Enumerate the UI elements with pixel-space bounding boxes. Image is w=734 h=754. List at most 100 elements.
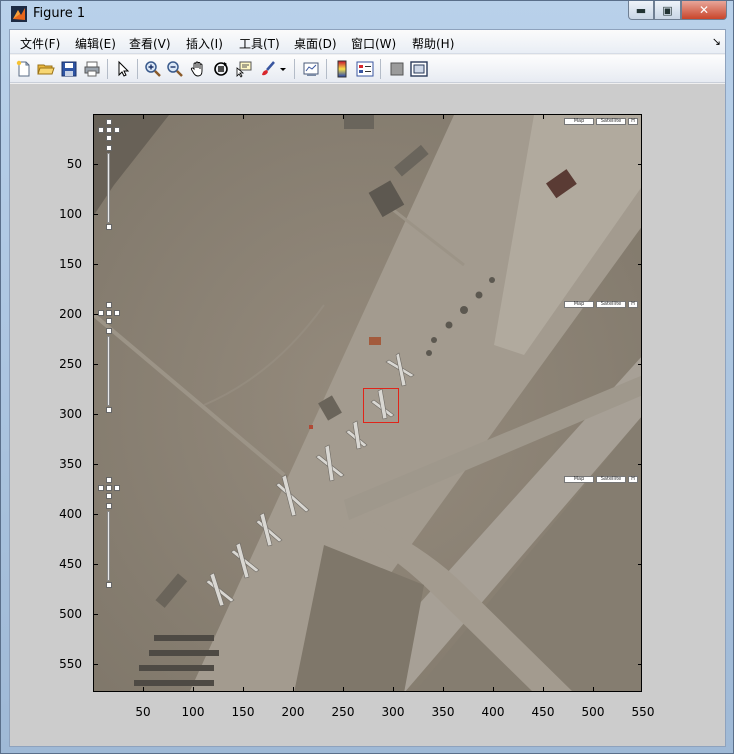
colorbar-icon — [337, 60, 347, 78]
brush-button[interactable] — [258, 59, 278, 79]
x-tick-label: 350 — [431, 705, 455, 719]
y-tick-label: 450 — [59, 557, 82, 571]
x-tick-label: 100 — [181, 705, 205, 719]
new-figure-button[interactable] — [14, 59, 34, 79]
menu-insert[interactable]: 插入(I) — [186, 35, 223, 52]
zoom-slider[interactable] — [107, 153, 110, 223]
title-bar[interactable]: Figure 1 ▬ ▣ ✕ — [1, 1, 733, 27]
satellite-button[interactable]: Satellite — [596, 118, 626, 125]
zoom-slider[interactable] — [107, 336, 110, 406]
data-cursor-button[interactable] — [234, 59, 254, 79]
zoom-in-button[interactable] — [143, 59, 163, 79]
zoom-plus-icon[interactable] — [106, 503, 112, 509]
menu-edit[interactable]: 编辑(E) — [75, 35, 116, 52]
edit-plot-arrow-icon — [118, 60, 130, 77]
legend-button[interactable] — [355, 59, 375, 79]
close-button[interactable]: ✕ — [681, 1, 727, 20]
pan-right-icon[interactable] — [114, 127, 120, 133]
selection-rectangle[interactable] — [363, 388, 399, 423]
pan-up-icon[interactable] — [106, 302, 112, 308]
pan-up-icon[interactable] — [106, 477, 112, 483]
figure-toolbar — [10, 55, 725, 83]
menu-file[interactable]: 文件(F) — [20, 35, 60, 52]
y-tick-mark — [94, 564, 98, 565]
pan-left-icon[interactable] — [98, 127, 104, 133]
pan-center-icon[interactable] — [106, 127, 112, 133]
new-figure-icon — [16, 60, 30, 77]
menu-desktop[interactable]: 桌面(D) — [294, 35, 337, 52]
pan-down-icon[interactable] — [106, 318, 112, 324]
pan-right-icon[interactable] — [114, 485, 120, 491]
brush-icon — [262, 61, 275, 76]
zoom-minus-icon[interactable] — [106, 582, 112, 588]
pan-left-icon[interactable] — [98, 485, 104, 491]
toolbar-separator — [326, 59, 327, 79]
x-tick-mark — [243, 687, 244, 691]
zoom-slider[interactable] — [107, 511, 110, 581]
x-tick-label: 450 — [531, 705, 555, 719]
y-tick-mark — [94, 314, 98, 315]
zoom-plus-icon[interactable] — [106, 145, 112, 151]
map-type-controls: Map Satellite H — [564, 301, 638, 308]
menu-tools[interactable]: 工具(T) — [239, 35, 280, 52]
rotate-3d-button[interactable] — [211, 59, 231, 79]
zoom-minus-icon[interactable] — [106, 407, 112, 413]
menu-view[interactable]: 查看(V) — [129, 35, 171, 52]
map-button[interactable]: Map — [564, 118, 594, 125]
satellite-button[interactable]: Satellite — [596, 476, 626, 483]
pan-right-icon[interactable] — [114, 310, 120, 316]
y-tick-label: 500 — [59, 607, 82, 621]
y-tick-mark — [94, 214, 98, 215]
edit-plot-button[interactable] — [113, 59, 133, 79]
pan-center-icon[interactable] — [106, 310, 112, 316]
pan-button[interactable] — [188, 59, 208, 79]
hybrid-button[interactable]: H — [628, 476, 638, 483]
link-plot-button[interactable] — [301, 59, 321, 79]
zoom-plus-icon[interactable] — [106, 328, 112, 334]
y-tick-label: 250 — [59, 357, 82, 371]
map-button[interactable]: Map — [564, 301, 594, 308]
y-tick-label: 50 — [66, 157, 82, 171]
y-tick-mark — [638, 664, 642, 665]
map-button[interactable]: Map — [564, 476, 594, 483]
zoom-out-button[interactable] — [165, 59, 185, 79]
hide-plot-tools-icon — [390, 62, 404, 76]
satellite-button[interactable]: Satellite — [596, 301, 626, 308]
print-button[interactable] — [82, 59, 102, 79]
x-tick-mark — [343, 687, 344, 691]
x-tick-mark — [593, 687, 594, 691]
colorbar-button[interactable] — [332, 59, 352, 79]
pan-center-icon[interactable] — [106, 485, 112, 491]
minimize-button[interactable]: ▬ — [628, 1, 654, 20]
x-tick-mark — [143, 115, 144, 119]
x-tick-mark — [243, 115, 244, 119]
x-tick-label: 50 — [135, 705, 151, 719]
menubar-dock-icon[interactable]: ↘ — [712, 35, 721, 48]
save-button[interactable] — [59, 59, 79, 79]
brush-dropdown-button[interactable] — [278, 59, 288, 79]
menu-help[interactable]: 帮助(H) — [412, 35, 454, 52]
show-plot-tools-icon — [410, 61, 428, 77]
x-tick-mark — [143, 687, 144, 691]
pan-up-icon[interactable] — [106, 119, 112, 125]
y-tick-mark — [638, 164, 642, 165]
pan-down-icon[interactable] — [106, 135, 112, 141]
menu-window[interactable]: 窗口(W) — [351, 35, 396, 52]
hybrid-button[interactable]: H — [628, 301, 638, 308]
hybrid-button[interactable]: H — [628, 118, 638, 125]
pan-left-icon[interactable] — [98, 310, 104, 316]
maximize-button[interactable]: ▣ — [654, 1, 681, 20]
y-tick-mark — [94, 364, 98, 365]
image-axes[interactable]: Map Satellite H Map Satellite H Map Sate… — [93, 114, 642, 692]
zoom-in-icon — [145, 61, 161, 77]
toolbar-separator — [137, 59, 138, 79]
y-tick-mark — [94, 414, 98, 415]
show-plot-tools-button[interactable] — [409, 59, 429, 79]
x-tick-mark — [543, 115, 544, 119]
y-tick-mark — [94, 464, 98, 465]
pan-hand-icon — [190, 61, 203, 77]
open-file-button[interactable] — [36, 59, 56, 79]
pan-down-icon[interactable] — [106, 493, 112, 499]
hide-plot-tools-button[interactable] — [387, 59, 407, 79]
zoom-minus-icon[interactable] — [106, 224, 112, 230]
